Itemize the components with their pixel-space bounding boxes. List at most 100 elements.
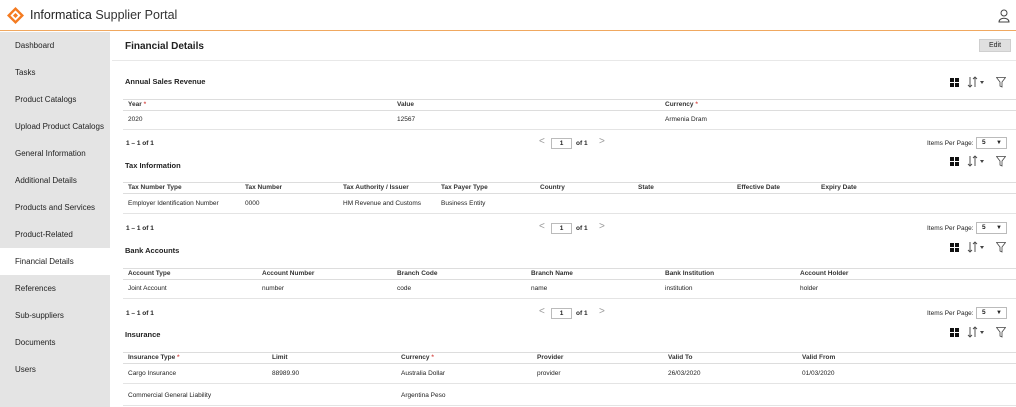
- tax-payer-cell: Business Entity: [441, 200, 486, 207]
- header-tax-authority[interactable]: Tax Authority / Issuer: [343, 184, 409, 191]
- row-divider: [123, 383, 1016, 384]
- sidebar-item-financial-details[interactable]: Financial Details: [0, 248, 112, 275]
- header-expiry-date[interactable]: Expiry Date: [821, 184, 857, 191]
- page-number-input[interactable]: 1: [551, 308, 572, 319]
- header-account-type[interactable]: Account Type: [128, 270, 171, 277]
- items-per-page-select[interactable]: 5 ▼: [976, 307, 1007, 319]
- header-provider[interactable]: Provider: [537, 354, 563, 361]
- grid-view-icon[interactable]: [950, 328, 959, 337]
- header-valid-to[interactable]: Valid To: [668, 354, 692, 361]
- sidebar-item-product-catalogs[interactable]: Product Catalogs: [0, 86, 110, 113]
- title-divider: [112, 60, 1016, 61]
- annual-table-header: Year * Value Currency *: [123, 99, 1016, 111]
- header-currency[interactable]: Currency *: [665, 101, 698, 108]
- annual-value-cell: 12567: [397, 116, 416, 123]
- header-year[interactable]: Year *: [128, 101, 146, 108]
- items-per-page-select[interactable]: 5 ▼: [976, 137, 1007, 149]
- header-account-number[interactable]: Account Number: [262, 270, 314, 277]
- items-per-page-label: Items Per Page:: [927, 310, 974, 317]
- tax-information-title: Tax Information: [125, 161, 181, 170]
- bank-holder-cell: holder: [800, 285, 819, 292]
- chevron-down-icon: ▼: [996, 310, 1002, 316]
- sidebar-item-dashboard[interactable]: Dashboard: [0, 32, 110, 59]
- header-insurance-currency[interactable]: Currency *: [401, 354, 434, 361]
- edit-button[interactable]: Edit: [979, 39, 1011, 52]
- prev-page-icon[interactable]: <: [539, 221, 545, 232]
- next-page-icon[interactable]: >: [599, 221, 605, 232]
- annual-year-cell: 2020: [128, 116, 143, 123]
- sidebar: Dashboard Tasks Product Catalogs Upload …: [0, 32, 112, 407]
- items-per-page-label: Items Per Page:: [927, 225, 974, 232]
- tax-type-cell: Employer Identification Number: [128, 200, 219, 207]
- header-branch-name[interactable]: Branch Name: [531, 270, 573, 277]
- header-limit[interactable]: Limit: [272, 354, 288, 361]
- sidebar-item-references[interactable]: References: [0, 275, 110, 302]
- next-page-icon[interactable]: >: [599, 136, 605, 147]
- brand-name: Informatica: [30, 8, 92, 22]
- filter-icon[interactable]: [996, 77, 1006, 88]
- header-effective-date[interactable]: Effective Date: [737, 184, 780, 191]
- prev-page-icon[interactable]: <: [539, 306, 545, 317]
- bank-pager-summary: 1 – 1 of 1: [126, 310, 154, 317]
- header-valid-from[interactable]: Valid From: [802, 354, 835, 361]
- sidebar-item-additional-details[interactable]: Additional Details: [0, 167, 110, 194]
- insurance-limit-cell: 88989.90: [272, 370, 300, 377]
- grid-view-icon[interactable]: [950, 78, 959, 87]
- sidebar-item-products-and-services[interactable]: Products and Services: [0, 194, 110, 221]
- page-number-input[interactable]: 1: [551, 223, 572, 234]
- insurance-type-cell: Commercial General Liability: [128, 392, 212, 399]
- header-insurance-type[interactable]: Insurance Type *: [128, 354, 180, 361]
- header-account-holder[interactable]: Account Holder: [800, 270, 848, 277]
- header-country[interactable]: Country: [540, 184, 565, 191]
- tax-pagination: < 1 of 1 >: [539, 221, 609, 235]
- next-page-icon[interactable]: >: [599, 306, 605, 317]
- sort-icon[interactable]: [967, 241, 987, 253]
- filter-icon[interactable]: [996, 242, 1006, 253]
- sidebar-item-tasks[interactable]: Tasks: [0, 59, 110, 86]
- page-number-input[interactable]: 1: [551, 138, 572, 149]
- annual-pagination: < 1 of 1 >: [539, 136, 609, 150]
- header-bank-institution[interactable]: Bank Institution: [665, 270, 714, 277]
- page-title: Financial Details: [125, 41, 204, 52]
- filter-icon[interactable]: [996, 327, 1006, 338]
- insurance-table-header: Insurance Type * Limit Currency * Provid…: [123, 352, 1016, 364]
- header-tax-number-type[interactable]: Tax Number Type: [128, 184, 182, 191]
- page-of-label: of 1: [576, 140, 588, 147]
- header-branch-code[interactable]: Branch Code: [397, 270, 437, 277]
- tax-table-header: Tax Number Type Tax Number Tax Authority…: [123, 182, 1016, 194]
- annual-sales-revenue-title: Annual Sales Revenue: [125, 77, 206, 86]
- header-value[interactable]: Value: [397, 101, 414, 108]
- row-divider: [123, 405, 1016, 406]
- user-icon[interactable]: [998, 9, 1010, 23]
- sort-icon[interactable]: [967, 76, 987, 88]
- sidebar-item-general-information[interactable]: General Information: [0, 140, 110, 167]
- header-state[interactable]: State: [638, 184, 654, 191]
- tax-authority-cell: HM Revenue and Customs: [343, 200, 422, 207]
- sidebar-item-users[interactable]: Users: [0, 356, 110, 383]
- header-tax-number[interactable]: Tax Number: [245, 184, 282, 191]
- bank-table-header: Account Type Account Number Branch Code …: [123, 268, 1016, 280]
- items-per-page-label: Items Per Page:: [927, 140, 974, 147]
- bank-type-cell: Joint Account: [128, 285, 167, 292]
- bank-branch-code-cell: code: [397, 285, 412, 292]
- grid-view-icon[interactable]: [950, 243, 959, 252]
- annual-toolbar: [950, 76, 1010, 88]
- filter-icon[interactable]: [996, 156, 1006, 167]
- sidebar-item-upload-product-catalogs[interactable]: Upload Product Catalogs: [0, 113, 110, 140]
- tax-toolbar: [950, 155, 1010, 167]
- prev-page-icon[interactable]: <: [539, 136, 545, 147]
- tax-number-cell: 0000: [245, 200, 260, 207]
- informatica-logo-icon: [7, 7, 24, 24]
- sort-icon[interactable]: [967, 326, 987, 338]
- app-title: Informatica Supplier Portal: [30, 8, 177, 22]
- sort-icon[interactable]: [967, 155, 987, 167]
- sidebar-item-sub-suppliers[interactable]: Sub-suppliers: [0, 302, 110, 329]
- sidebar-item-product-related-questions[interactable]: Product-Related Questions: [0, 221, 110, 266]
- grid-view-icon[interactable]: [950, 157, 959, 166]
- items-per-page-select[interactable]: 5 ▼: [976, 222, 1007, 234]
- row-divider: [123, 213, 1016, 214]
- header-tax-payer-type[interactable]: Tax Payer Type: [441, 184, 488, 191]
- sidebar-item-documents[interactable]: Documents: [0, 329, 110, 356]
- bank-pagination: < 1 of 1 >: [539, 306, 609, 320]
- row-divider: [123, 129, 1016, 130]
